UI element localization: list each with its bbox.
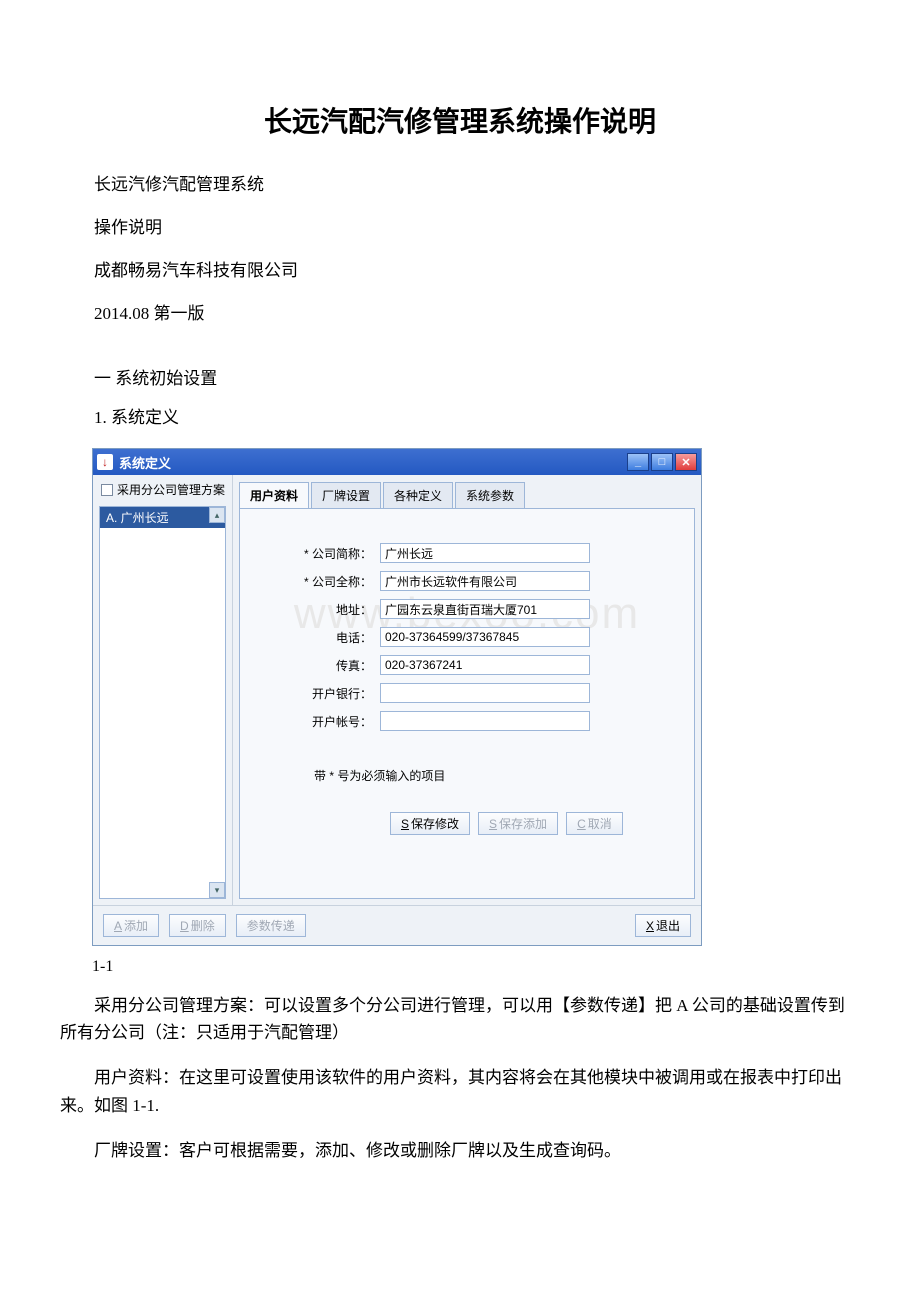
- address-label: 地址：: [260, 601, 380, 618]
- window-title: 系统定义: [119, 453, 625, 472]
- section-1-1-title: 1. 系统定义: [60, 403, 860, 428]
- list-item[interactable]: A. 广州长远: [100, 507, 225, 528]
- full-name-input[interactable]: [380, 571, 590, 591]
- bank-input[interactable]: [380, 683, 590, 703]
- fax-label: 传真：: [260, 657, 380, 674]
- meta-line-2: 操作说明: [60, 213, 860, 238]
- phone-label: 电话：: [260, 629, 380, 646]
- app-icon: ↓: [97, 454, 113, 470]
- tab-brand-settings[interactable]: 厂牌设置: [311, 482, 381, 509]
- phone-input[interactable]: [380, 627, 590, 647]
- scroll-up-icon[interactable]: ▴: [209, 507, 225, 523]
- document-title: 长远汽配汽修管理系统操作说明: [60, 100, 860, 140]
- meta-line-1: 长远汽修汽配管理系统: [60, 170, 860, 195]
- scroll-down-icon[interactable]: ▾: [209, 882, 225, 898]
- maximize-button[interactable]: □: [651, 453, 673, 471]
- tab-user-info[interactable]: 用户资料: [239, 482, 309, 509]
- tab-definitions[interactable]: 各种定义: [383, 482, 453, 509]
- meta-line-3: 成都畅易汽车科技有限公司: [60, 256, 860, 281]
- tabs: 用户资料 厂牌设置 各种定义 系统参数: [233, 475, 701, 508]
- delete-button[interactable]: D删除: [169, 914, 226, 937]
- full-name-label: * 公司全称：: [260, 573, 380, 590]
- system-definition-window: ↓ 系统定义 _ □ ✕ 采用分公司管理方案 A. 广州长远 ▴ ▾ 用户资料 …: [92, 448, 702, 946]
- fax-input[interactable]: [380, 655, 590, 675]
- transfer-button[interactable]: 参数传递: [236, 914, 306, 937]
- paragraph-2: 用户资料：在这里可设置使用该软件的用户资料，其内容将会在其他模块中被调用或在报表…: [60, 1064, 860, 1118]
- save-add-button[interactable]: S保存添加: [478, 812, 558, 835]
- paragraph-3: 厂牌设置：客户可根据需要，添加、修改或删除厂牌以及生成查询码。: [60, 1137, 860, 1164]
- company-list-panel: 采用分公司管理方案 A. 广州长远 ▴ ▾: [93, 475, 233, 905]
- account-input[interactable]: [380, 711, 590, 731]
- window-titlebar[interactable]: ↓ 系统定义 _ □ ✕: [93, 449, 701, 475]
- save-modify-button[interactable]: S保存修改: [390, 812, 470, 835]
- account-label: 开户帐号：: [260, 713, 380, 730]
- short-name-label: * 公司简称：: [260, 545, 380, 562]
- branch-mode-checkbox[interactable]: [101, 484, 113, 496]
- paragraph-1: 采用分公司管理方案：可以设置多个分公司进行管理，可以用【参数传递】把 A 公司的…: [60, 992, 860, 1046]
- address-input[interactable]: [380, 599, 590, 619]
- exit-button[interactable]: X退出: [635, 914, 691, 937]
- section-1-title: 一 系统初始设置: [60, 364, 860, 389]
- bank-label: 开户银行：: [260, 685, 380, 702]
- short-name-input[interactable]: [380, 543, 590, 563]
- cancel-button[interactable]: C取消: [566, 812, 623, 835]
- close-button[interactable]: ✕: [675, 453, 697, 471]
- minimize-button[interactable]: _: [627, 453, 649, 471]
- figure-label: 1-1: [60, 958, 860, 976]
- add-button[interactable]: A添加: [103, 914, 159, 937]
- branch-mode-checkbox-row[interactable]: 采用分公司管理方案: [93, 475, 232, 506]
- company-listbox[interactable]: A. 广州长远 ▴ ▾: [99, 506, 226, 899]
- meta-line-4: 2014.08 第一版: [60, 299, 860, 324]
- required-hint: 带 * 号为必须输入的项目: [260, 767, 674, 784]
- bottom-toolbar: A添加 D删除 参数传递 X退出: [93, 905, 701, 945]
- tab-system-params[interactable]: 系统参数: [455, 482, 525, 509]
- branch-mode-label: 采用分公司管理方案: [117, 481, 225, 498]
- user-info-pane: www.bexoo.com * 公司简称： * 公司全称： 地址： 电话：: [239, 508, 695, 899]
